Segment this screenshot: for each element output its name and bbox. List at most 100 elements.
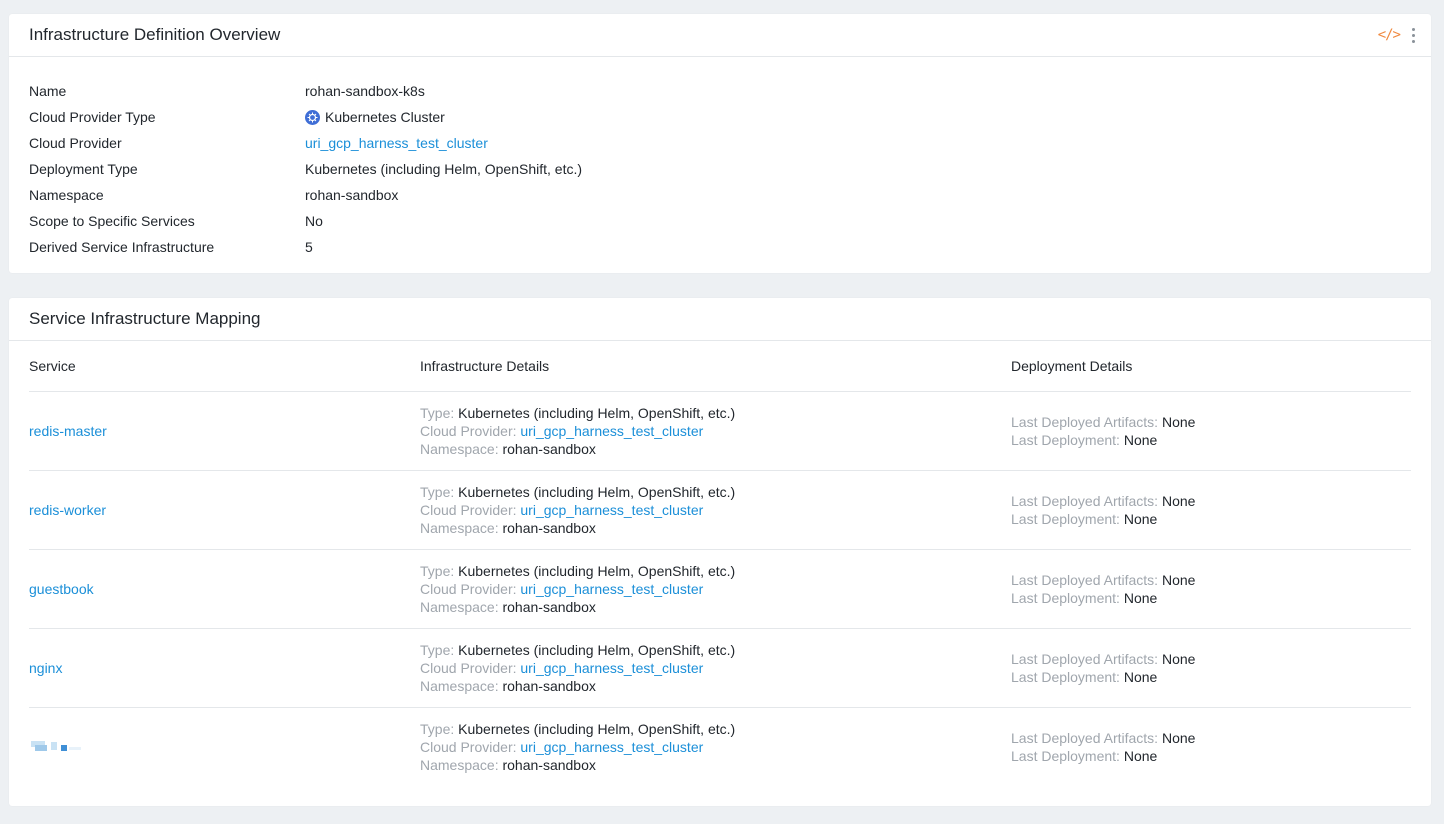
namespace-line: Namespace: rohan-sandbox [420, 519, 1011, 537]
type-label: Type: [420, 642, 455, 658]
cloud-provider-label: Cloud Provider: [420, 502, 517, 518]
overview-header-actions: </> [1378, 14, 1417, 56]
last-deployment-label: Last Deployment: [1011, 511, 1120, 527]
field-value: Kubernetes (including Helm, OpenShift, e… [305, 161, 583, 177]
namespace-label: Namespace: [420, 520, 499, 536]
namespace-label: Namespace: [420, 599, 499, 615]
column-header-service: Service [29, 358, 76, 374]
last-deployment-label: Last Deployment: [1011, 748, 1120, 764]
namespace-label: Namespace: [420, 441, 499, 457]
last-artifacts-label: Last Deployed Artifacts: [1011, 414, 1159, 430]
cloud-provider-link[interactable]: uri_gcp_harness_test_cluster [520, 739, 703, 755]
service-link[interactable]: guestbook [29, 581, 94, 597]
service-link[interactable]: redis-worker [29, 502, 106, 518]
cloud-provider-label: Cloud Provider: [420, 581, 517, 597]
last-artifacts-value: None [1161, 414, 1196, 430]
field-label: Cloud Provider Type [29, 109, 156, 125]
last-artifacts-label: Last Deployed Artifacts: [1011, 730, 1159, 746]
last-deployment-label: Last Deployment: [1011, 432, 1120, 448]
field-deployment-type: Deployment Type Kubernetes (including He… [29, 156, 1411, 182]
column-header-infra: Infrastructure Details [420, 358, 550, 374]
cloud-provider-label: Cloud Provider: [420, 739, 517, 755]
overview-header: Infrastructure Definition Overview </> [9, 14, 1431, 57]
last-artifacts-line: Last Deployed Artifacts: None [1011, 571, 1411, 589]
service-cell: redis-master [29, 423, 420, 439]
infra-details-cell: Type: Kubernetes (including Helm, OpenSh… [420, 641, 1011, 695]
cloud-provider-link[interactable]: uri_gcp_harness_test_cluster [520, 502, 703, 518]
last-artifacts-line: Last Deployed Artifacts: None [1011, 650, 1411, 668]
last-deployment-label: Last Deployment: [1011, 669, 1120, 685]
cloud-provider-line: Cloud Provider: uri_gcp_harness_test_clu… [420, 738, 1011, 756]
type-value: Kubernetes (including Helm, OpenShift, e… [458, 563, 736, 579]
service-cell: redis-worker [29, 502, 420, 518]
last-artifacts-label: Last Deployed Artifacts: [1011, 651, 1159, 667]
cloud-provider-link[interactable]: uri_gcp_harness_test_cluster [520, 581, 703, 597]
cloud-provider-line: Cloud Provider: uri_gcp_harness_test_clu… [420, 501, 1011, 519]
last-artifacts-value: None [1161, 572, 1196, 588]
last-deployment-value: None [1123, 669, 1158, 685]
field-label: Scope to Specific Services [29, 213, 195, 229]
table-row: nginx Type: Kubernetes (including Helm, O… [29, 629, 1411, 708]
cloud-provider-type-text: Kubernetes Cluster [325, 109, 445, 125]
redacted-service-name[interactable] [29, 739, 89, 753]
field-label: Deployment Type [29, 161, 138, 177]
service-link[interactable]: redis-master [29, 423, 107, 439]
code-icon[interactable]: </> [1378, 27, 1401, 43]
last-deployment-line: Last Deployment: None [1011, 747, 1411, 765]
type-value: Kubernetes (including Helm, OpenShift, e… [458, 405, 736, 421]
cloud-provider-link[interactable]: uri_gcp_harness_test_cluster [520, 660, 703, 676]
last-deployment-value: None [1123, 511, 1158, 527]
cloud-provider-link[interactable]: uri_gcp_harness_test_cluster [305, 135, 488, 151]
last-deployment-line: Last Deployment: None [1011, 431, 1411, 449]
cloud-provider-link[interactable]: uri_gcp_harness_test_cluster [520, 423, 703, 439]
cloud-provider-line: Cloud Provider: uri_gcp_harness_test_clu… [420, 580, 1011, 598]
last-deployment-value: None [1123, 748, 1158, 764]
table-row: guestbook Type: Kubernetes (including Hel… [29, 550, 1411, 629]
deployment-details-cell: Last Deployed Artifacts: None Last Deploy… [1011, 729, 1411, 765]
field-label: Cloud Provider [29, 135, 122, 151]
namespace-value: rohan-sandbox [502, 520, 596, 536]
namespace-line: Namespace: rohan-sandbox [420, 598, 1011, 616]
field-value: rohan-sandbox-k8s [305, 83, 425, 99]
service-cell: nginx [29, 660, 420, 676]
overview-card: Infrastructure Definition Overview </> N… [9, 14, 1431, 273]
namespace-label: Namespace: [420, 757, 499, 773]
namespace-value: rohan-sandbox [502, 757, 596, 773]
type-value: Kubernetes (including Helm, OpenShift, e… [458, 642, 736, 658]
infra-details-cell: Type: Kubernetes (including Helm, OpenSh… [420, 483, 1011, 537]
table-row: redis-master Type: Kubernetes (including … [29, 392, 1411, 471]
type-line: Type: Kubernetes (including Helm, OpenSh… [420, 483, 1011, 501]
type-value: Kubernetes (including Helm, OpenShift, e… [458, 484, 736, 500]
column-header-deployment: Deployment Details [1011, 358, 1133, 374]
field-label: Namespace [29, 187, 104, 203]
overview-fields: Name rohan-sandbox-k8s Cloud Provider Ty… [9, 57, 1431, 280]
field-label: Derived Service Infrastructure [29, 239, 215, 255]
service-cell [29, 739, 420, 756]
service-link[interactable]: nginx [29, 660, 62, 676]
last-artifacts-label: Last Deployed Artifacts: [1011, 493, 1159, 509]
type-label: Type: [420, 721, 455, 737]
namespace-line: Namespace: rohan-sandbox [420, 440, 1011, 458]
last-deployment-label: Last Deployment: [1011, 590, 1120, 606]
cloud-provider-label: Cloud Provider: [420, 423, 517, 439]
table-body: redis-master Type: Kubernetes (including … [29, 392, 1411, 786]
mapping-title: Service Infrastructure Mapping [29, 309, 261, 328]
cloud-provider-line: Cloud Provider: uri_gcp_harness_test_clu… [420, 659, 1011, 677]
cloud-provider-label: Cloud Provider: [420, 660, 517, 676]
type-label: Type: [420, 484, 455, 500]
kebab-menu-icon[interactable] [1410, 26, 1417, 45]
namespace-value: rohan-sandbox [502, 441, 596, 457]
last-artifacts-line: Last Deployed Artifacts: None [1011, 492, 1411, 510]
kubernetes-icon [305, 109, 320, 125]
service-cell: guestbook [29, 581, 420, 597]
namespace-label: Namespace: [420, 678, 499, 694]
mapping-header: Service Infrastructure Mapping [9, 298, 1431, 341]
type-label: Type: [420, 405, 455, 421]
type-label: Type: [420, 563, 455, 579]
field-value: rohan-sandbox [305, 187, 399, 203]
table-row: Type: Kubernetes (including Helm, OpenSh… [29, 708, 1411, 786]
field-value: No [305, 213, 323, 229]
last-artifacts-label: Last Deployed Artifacts: [1011, 572, 1159, 588]
last-deployment-value: None [1123, 590, 1158, 606]
last-artifacts-value: None [1161, 730, 1196, 746]
